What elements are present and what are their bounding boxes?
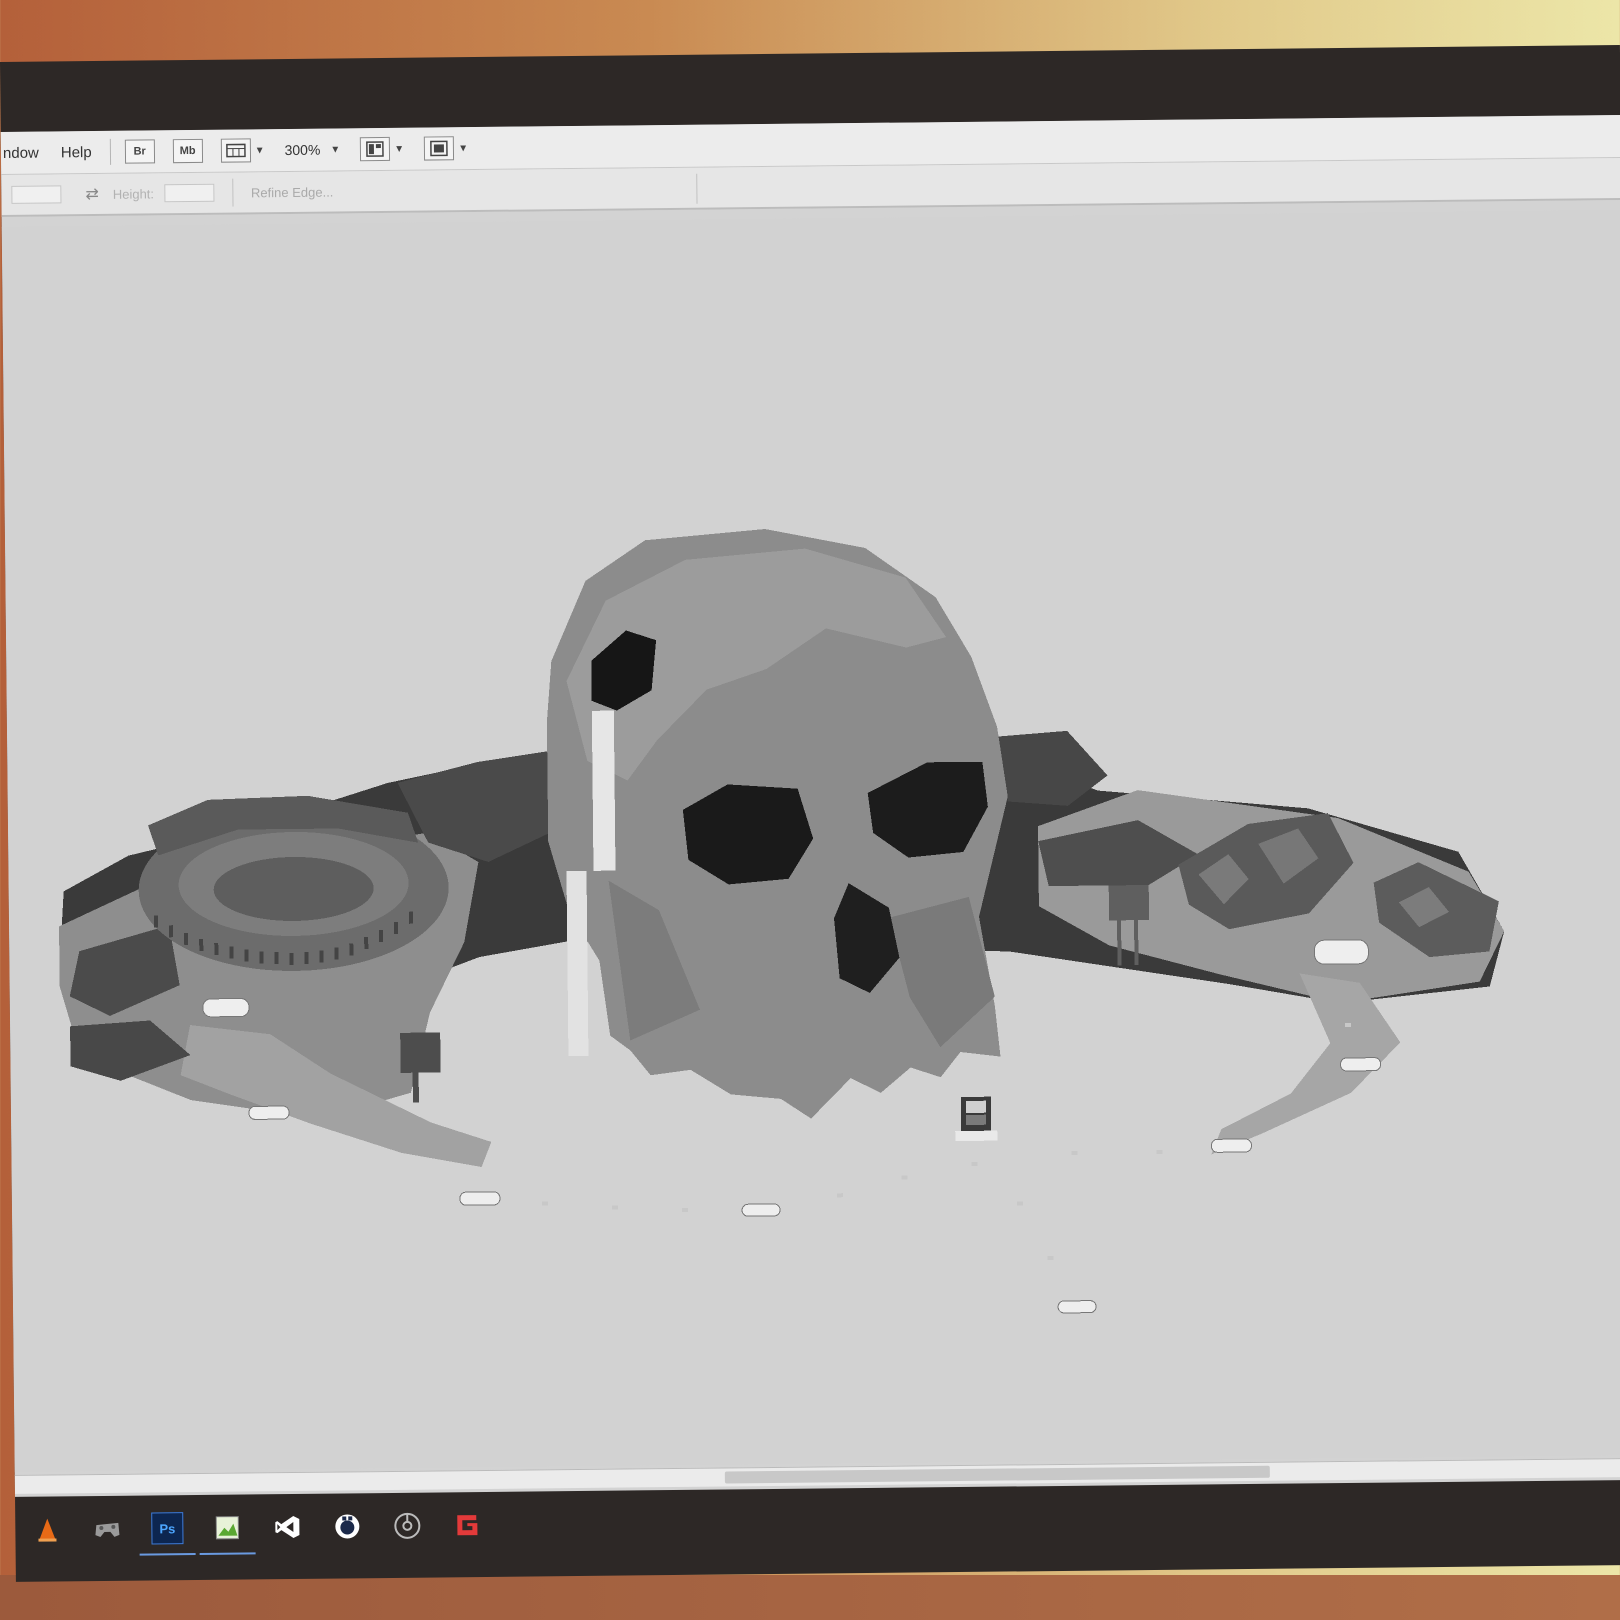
arrange-documents-button[interactable] bbox=[360, 136, 391, 162]
taskbar-vlc[interactable] bbox=[19, 1504, 76, 1555]
chrome-icon bbox=[392, 1511, 422, 1541]
gamemaker-studio-icon bbox=[452, 1510, 482, 1540]
game-controller-icon bbox=[92, 1514, 122, 1544]
windows-taskbar: Ps bbox=[15, 1483, 1620, 1560]
pixel-art-map bbox=[59, 529, 1505, 1314]
refine-edge-button[interactable]: Refine Edge... bbox=[251, 184, 334, 200]
image-editor-icon bbox=[212, 1513, 242, 1543]
screen-mode-icon bbox=[430, 140, 449, 157]
options-separator bbox=[696, 173, 698, 204]
screen: ndow Help Br Mb ▼ 300% ▼ ▼ ▼ ⇄ Height: R… bbox=[0, 115, 1620, 1497]
chevron-down-icon[interactable]: ▼ bbox=[394, 143, 404, 154]
menu-separator bbox=[109, 138, 111, 165]
gamemaker-icon bbox=[332, 1511, 362, 1541]
monitor-bezel: ndow Help Br Mb ▼ 300% ▼ ▼ ▼ ⇄ Height: R… bbox=[0, 45, 1620, 1582]
menu-help[interactable]: Help bbox=[53, 143, 106, 161]
chevron-down-icon[interactable]: ▼ bbox=[330, 144, 340, 155]
width-field[interactable] bbox=[11, 185, 62, 204]
arrange-icon bbox=[366, 141, 385, 157]
taskbar-gamemaker[interactable] bbox=[319, 1501, 376, 1552]
height-label: Height: bbox=[112, 185, 155, 202]
taskbar-gamemaker-studio[interactable] bbox=[439, 1500, 496, 1551]
waterfall-lower bbox=[566, 870, 589, 1057]
photoshop-icon: Ps bbox=[151, 1512, 184, 1545]
taskbar-chrome[interactable] bbox=[379, 1501, 436, 1552]
taskbar-visual-studio[interactable] bbox=[259, 1502, 316, 1553]
screen-mode-button[interactable] bbox=[424, 136, 455, 161]
bridge-button[interactable]: Br bbox=[124, 139, 155, 164]
grid-icon bbox=[225, 143, 246, 158]
taskbar-photoshop[interactable]: Ps bbox=[139, 1503, 196, 1554]
taskbar-image-editor[interactable] bbox=[199, 1502, 256, 1553]
swap-icon[interactable]: ⇄ bbox=[85, 184, 99, 204]
zoom-level[interactable]: 300% bbox=[284, 142, 320, 158]
taskbar-game-controller[interactable] bbox=[79, 1504, 136, 1555]
vlc-icon bbox=[32, 1514, 62, 1544]
scrollbar-thumb[interactable] bbox=[724, 1465, 1270, 1484]
menu-window[interactable]: ndow bbox=[1, 144, 53, 162]
height-field[interactable] bbox=[163, 183, 215, 203]
chevron-down-icon[interactable]: ▼ bbox=[458, 143, 468, 154]
waterfall-upper bbox=[591, 710, 616, 871]
document-canvas[interactable] bbox=[1, 210, 1620, 1472]
player-character bbox=[955, 1096, 998, 1142]
options-separator bbox=[231, 178, 234, 207]
chevron-down-icon[interactable]: ▼ bbox=[255, 145, 265, 156]
visual-studio-icon bbox=[272, 1512, 302, 1542]
mini-bridge-button[interactable]: Mb bbox=[172, 138, 203, 164]
photoshop-label: Ps bbox=[159, 1520, 176, 1536]
desk-surface bbox=[0, 1575, 1620, 1620]
extras-grid-button[interactable] bbox=[220, 138, 251, 163]
